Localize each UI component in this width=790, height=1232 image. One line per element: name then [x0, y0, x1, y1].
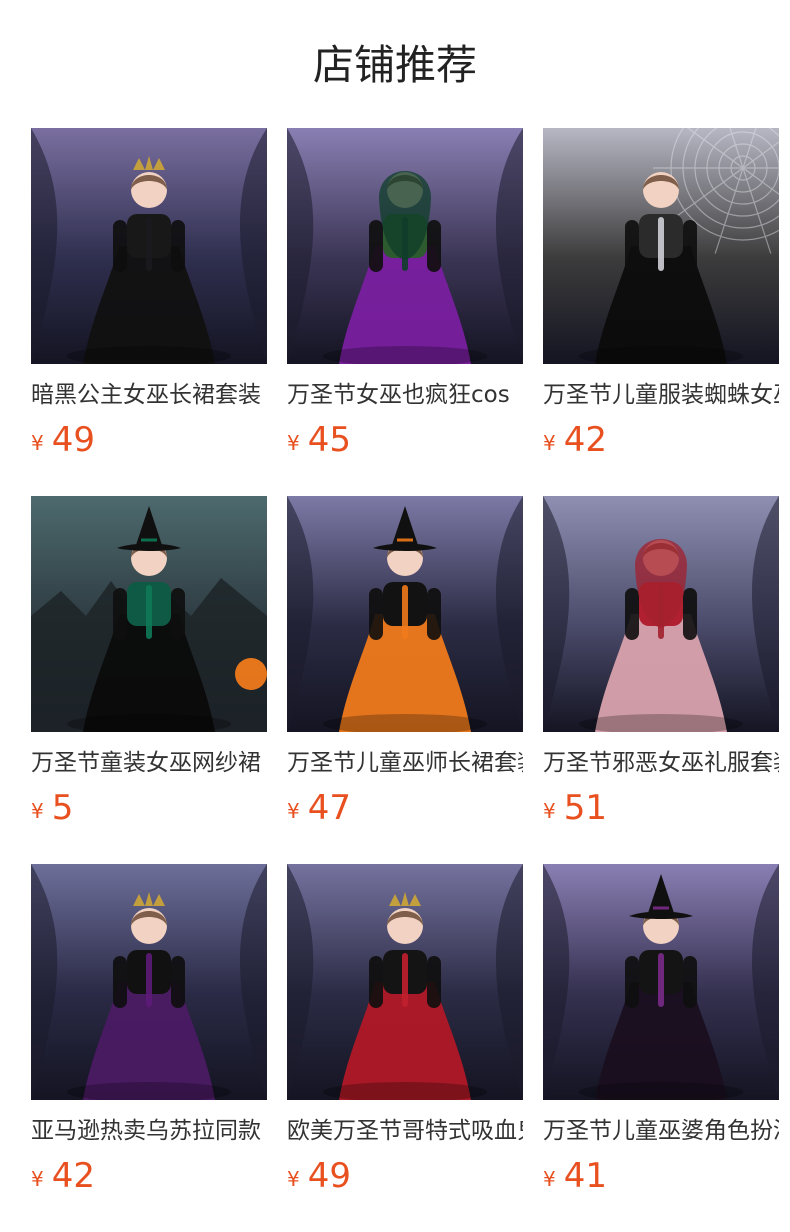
product-price: ¥49 [287, 1154, 523, 1198]
product-name[interactable]: 万圣节女巫也疯狂cos [287, 378, 523, 412]
price-value: 5 [51, 788, 74, 828]
product-price: ¥41 [543, 1154, 779, 1198]
product-image-illustration [287, 496, 523, 732]
product-card[interactable]: 万圣节儿童巫师长裙套装 ¥47 [287, 496, 523, 864]
product-image[interactable] [287, 496, 523, 732]
currency-symbol: ¥ [31, 431, 44, 455]
product-image-illustration [31, 128, 267, 364]
product-price: ¥42 [31, 1154, 267, 1198]
product-card[interactable]: 亚马逊热卖乌苏拉同款 ¥42 [31, 864, 267, 1232]
product-image[interactable] [31, 496, 267, 732]
product-name[interactable]: 万圣节儿童巫婆角色扮演 [543, 1114, 779, 1148]
product-image[interactable] [543, 864, 779, 1100]
product-price: ¥49 [31, 418, 267, 462]
product-image[interactable] [543, 496, 779, 732]
price-value: 42 [51, 1156, 95, 1196]
product-price: ¥42 [543, 418, 779, 462]
product-price: ¥51 [543, 786, 779, 830]
product-grid: 暗黑公主女巫长裙套装 ¥49 万圣节女巫也疯狂cos ¥45 万圣节儿童服装蜘蛛女巫 ¥4… [31, 128, 781, 1232]
product-image[interactable] [31, 864, 267, 1100]
product-image-illustration [287, 128, 523, 364]
product-card[interactable]: 暗黑公主女巫长裙套装 ¥49 [31, 128, 267, 496]
product-card[interactable]: 万圣节童装女巫网纱裙 ¥5 [31, 496, 267, 864]
product-image-illustration [287, 864, 523, 1100]
currency-symbol: ¥ [543, 799, 556, 823]
currency-symbol: ¥ [287, 799, 300, 823]
product-card[interactable]: 万圣节儿童巫婆角色扮演 ¥41 [543, 864, 779, 1232]
price-value: 49 [307, 1156, 351, 1196]
price-value: 49 [51, 420, 95, 460]
product-name[interactable]: 亚马逊热卖乌苏拉同款 [31, 1114, 267, 1148]
currency-symbol: ¥ [287, 431, 300, 455]
price-value: 47 [307, 788, 351, 828]
product-image-illustration [543, 864, 779, 1100]
product-name[interactable]: 万圣节童装女巫网纱裙 [31, 746, 267, 780]
currency-symbol: ¥ [31, 1167, 44, 1191]
currency-symbol: ¥ [543, 1167, 556, 1191]
product-price: ¥47 [287, 786, 523, 830]
store-recommendations-page: 店铺推荐 暗黑公主女巫长裙套装 ¥49 万圣节女巫也疯狂cos ¥45 万圣节儿童服装蜘… [0, 0, 790, 1232]
product-price: ¥5 [31, 786, 267, 830]
product-image-illustration [31, 864, 267, 1100]
product-card[interactable]: 万圣节邪恶女巫礼服套装 ¥51 [543, 496, 779, 864]
product-name[interactable]: 暗黑公主女巫长裙套装 [31, 378, 267, 412]
product-card[interactable]: 欧美万圣节哥特式吸血鬼 ¥49 [287, 864, 523, 1232]
product-image[interactable] [287, 128, 523, 364]
product-image[interactable] [287, 864, 523, 1100]
product-image-illustration [543, 128, 779, 364]
product-card[interactable]: 万圣节儿童服装蜘蛛女巫 ¥42 [543, 128, 779, 496]
currency-symbol: ¥ [287, 1167, 300, 1191]
product-name[interactable]: 万圣节儿童巫师长裙套装 [287, 746, 523, 780]
product-name[interactable]: 欧美万圣节哥特式吸血鬼 [287, 1114, 523, 1148]
price-value: 51 [563, 788, 607, 828]
currency-symbol: ¥ [31, 799, 44, 823]
pumpkin-icon [235, 658, 267, 690]
price-value: 41 [563, 1156, 607, 1196]
product-card[interactable]: 万圣节女巫也疯狂cos ¥45 [287, 128, 523, 496]
currency-symbol: ¥ [543, 431, 556, 455]
product-image-illustration [543, 496, 779, 732]
price-value: 42 [563, 420, 607, 460]
product-name[interactable]: 万圣节儿童服装蜘蛛女巫 [543, 378, 779, 412]
product-image[interactable] [543, 128, 779, 364]
product-image[interactable] [31, 128, 267, 364]
product-price: ¥45 [287, 418, 523, 462]
price-value: 45 [307, 420, 351, 460]
product-image-illustration [31, 496, 267, 732]
product-name[interactable]: 万圣节邪恶女巫礼服套装 [543, 746, 779, 780]
section-title: 店铺推荐 [313, 41, 477, 89]
